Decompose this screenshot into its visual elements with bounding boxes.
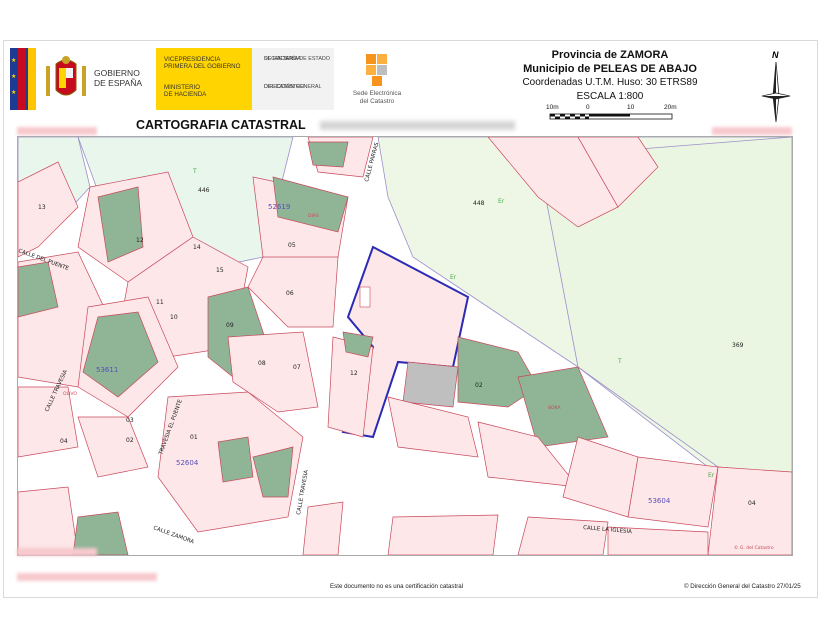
sede-line1: Sede Electrónica bbox=[352, 90, 402, 97]
redacted-mark bbox=[712, 127, 792, 135]
footer-disclaimer: Este documento no es una certificación c… bbox=[330, 583, 464, 590]
land-use-label: T bbox=[617, 358, 622, 365]
block-label: 52604 bbox=[176, 459, 199, 467]
parcel-label: 04 bbox=[748, 500, 756, 507]
north-label: N bbox=[772, 50, 779, 60]
redacted-reference bbox=[320, 121, 515, 130]
parcel-label: 448 bbox=[473, 200, 485, 207]
land-use-label: Er bbox=[450, 274, 457, 281]
dir-line2: DEL CATASTRO bbox=[264, 84, 305, 90]
scale-bar: 10m 0 10 20m bbox=[546, 104, 688, 124]
scale-bar-graphic bbox=[549, 113, 673, 120]
min-line1: MINISTERIO bbox=[164, 84, 201, 91]
building-label: OLIVO bbox=[63, 391, 77, 397]
land-use-label: Er bbox=[498, 198, 505, 205]
scale-label: ESCALA 1:800 bbox=[576, 91, 644, 102]
eu-flag-icon: ★ ★ ★ bbox=[10, 48, 36, 110]
redacted-mark bbox=[17, 548, 97, 556]
parcel-label: 04 bbox=[60, 438, 68, 445]
parcel-label: 12 bbox=[136, 237, 144, 244]
parcel-label: 15 bbox=[216, 267, 224, 274]
parcel-label: 06 bbox=[286, 290, 294, 297]
catastral-sheet: ★ ★ ★ GOBIERNO DE ESPAÑA VICEPRESIDENCIA P… bbox=[0, 0, 840, 630]
sede-logo-icon bbox=[366, 54, 387, 86]
title-block: Provincia de ZAMORA Municipio de PELEAS … bbox=[500, 48, 720, 104]
redacted-mark bbox=[17, 127, 97, 135]
parcel-label: 02 bbox=[475, 382, 483, 389]
government-logo: ★ ★ ★ GOBIERNO DE ESPAÑA VICEPRESIDENCIA P… bbox=[10, 48, 260, 110]
block-label: 53604 bbox=[648, 497, 671, 505]
parcel-label: 08 bbox=[258, 360, 266, 367]
building-label: BOKA bbox=[548, 405, 561, 411]
parcel-label: 12 bbox=[350, 370, 358, 377]
land-use-label: Er bbox=[708, 472, 715, 479]
cartography-title: CARTOGRAFIA CATASTRAL bbox=[136, 118, 306, 132]
parcel-label: 05 bbox=[288, 242, 296, 249]
parcel-label: 10 bbox=[170, 314, 178, 321]
block-label: 52619 bbox=[268, 203, 290, 211]
map-copyright: © G. del Catastro bbox=[734, 544, 774, 551]
secretariat-box: SECRETARÍA DE ESTADO DE HACIENDA DIRECCI… bbox=[252, 48, 334, 110]
vp-line1: VICEPRESIDENCIA bbox=[164, 56, 221, 63]
ministry-label: MINISTERIO DE HACIENDA bbox=[164, 84, 256, 98]
svg-text:★: ★ bbox=[11, 57, 16, 64]
parcel-label: 11 bbox=[156, 299, 164, 306]
map-canvas[interactable]: 13 12 14 15 11 10 09 08 07 06 05 04 03 0… bbox=[18, 137, 792, 555]
parcel-label: 02 bbox=[126, 437, 134, 444]
svg-text:★: ★ bbox=[11, 73, 16, 80]
gov-line2: DE ESPAÑA bbox=[94, 78, 143, 88]
min-line2: DE HACIENDA bbox=[164, 91, 207, 98]
redacted-mark bbox=[17, 573, 157, 581]
coordinates-label: Coordenadas U.T.M. Huso: 30 ETRS89 bbox=[522, 77, 698, 88]
block-label: 53611 bbox=[96, 366, 118, 374]
parcel-label: 446 bbox=[198, 187, 210, 194]
parcel-label: 01 bbox=[190, 434, 198, 441]
parcel-label: 369 bbox=[732, 342, 744, 349]
municipality-title: Municipio de PELEAS DE ABAJO bbox=[523, 63, 697, 75]
svg-text:★: ★ bbox=[11, 89, 16, 96]
ministry-box: VICEPRESIDENCIA PRIMERA DEL GOBIERNO MIN… bbox=[156, 48, 260, 110]
parcel-label: 14 bbox=[193, 244, 201, 251]
province-title: Provincia de ZAMORA bbox=[551, 49, 669, 61]
vp-line2: PRIMERA DEL GOBIERNO bbox=[164, 63, 241, 70]
parcel-label: 13 bbox=[38, 204, 46, 211]
gov-name: GOBIERNO DE ESPAÑA bbox=[94, 68, 154, 88]
footer-copyright: © Dirección General del Catastro 27/01/2… bbox=[684, 583, 801, 590]
parcel-label: 03 bbox=[126, 417, 134, 424]
sede-line2: del Catastro bbox=[359, 97, 395, 105]
gov-line1: GOBIERNO bbox=[94, 68, 140, 78]
building-label: DIAS bbox=[308, 213, 319, 219]
cadastral-map[interactable]: 13 12 14 15 11 10 09 08 07 06 05 04 03 0… bbox=[17, 136, 793, 556]
north-arrow-icon: N bbox=[760, 50, 792, 122]
sede-electronica-logo: Sede Electrónica del Catastro bbox=[342, 52, 412, 110]
land-use-label: T bbox=[192, 168, 197, 175]
parcel-label: 09 bbox=[226, 322, 234, 329]
coat-of-arms-icon bbox=[46, 56, 86, 96]
parcel-label: 07 bbox=[293, 364, 301, 371]
vp-label: VICEPRESIDENCIA PRIMERA DEL GOBIERNO bbox=[164, 56, 256, 70]
sec-line2: DE HACIENDA bbox=[264, 56, 301, 62]
